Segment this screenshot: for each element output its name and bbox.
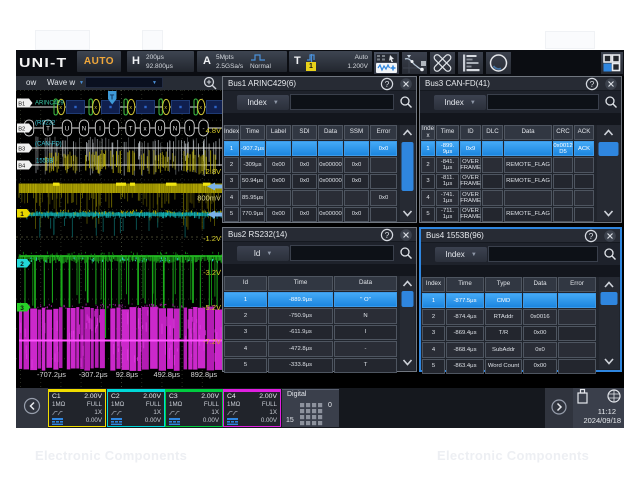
svg-text:x: x xyxy=(94,105,97,111)
svg-text:x: x xyxy=(164,105,167,111)
svg-text:ARINC429: ARINC429 xyxy=(35,101,64,107)
svg-text:?: ? xyxy=(385,230,390,240)
svg-text:U: U xyxy=(65,126,69,133)
svg-text:B4: B4 xyxy=(18,163,26,169)
svg-text:-: - xyxy=(113,126,115,133)
svg-text:I: I xyxy=(99,126,101,133)
svg-text:1: 1 xyxy=(20,211,24,218)
svg-text:800mV: 800mV xyxy=(197,194,221,203)
svg-text:92.8μs: 92.8μs xyxy=(116,370,139,379)
svg-text:-7.2V: -7.2V xyxy=(203,337,221,346)
svg-text:1553B: 1553B xyxy=(36,159,53,165)
svg-text:492.8μs: 492.8μs xyxy=(154,370,181,379)
svg-text:-: - xyxy=(202,126,204,133)
svg-text:3: 3 xyxy=(20,305,24,312)
svg-text:N: N xyxy=(173,126,177,133)
svg-text:I: I xyxy=(189,126,191,133)
svg-text:T: T xyxy=(46,126,50,133)
svg-text:-1.2V: -1.2V xyxy=(203,234,221,243)
svg-text:4.8V: 4.8V xyxy=(206,126,221,135)
svg-text:-3.2V: -3.2V xyxy=(203,268,221,277)
svg-text:-5.2V: -5.2V xyxy=(203,303,221,312)
svg-text:x: x xyxy=(129,105,132,111)
svg-text:892.8μs: 892.8μs xyxy=(191,370,218,379)
svg-text:?: ? xyxy=(589,231,594,241)
svg-text:2.8V: 2.8V xyxy=(206,167,221,176)
svg-text:x: x xyxy=(199,105,202,111)
svg-text:(RS232: (RS232 xyxy=(35,121,56,127)
svg-text:-307.2μs: -307.2μs xyxy=(79,370,108,379)
svg-text:U: U xyxy=(158,126,162,133)
svg-text:N: N xyxy=(82,126,86,133)
svg-text:T: T xyxy=(110,95,115,102)
svg-text:-707.2μs: -707.2μs xyxy=(37,370,66,379)
svg-text:T: T xyxy=(129,126,133,133)
svg-text:(CAN-FD): (CAN-FD) xyxy=(35,142,62,148)
svg-text:2: 2 xyxy=(20,261,24,268)
svg-text:?: ? xyxy=(385,79,390,89)
svg-text:B1: B1 xyxy=(18,101,25,107)
svg-text:B3: B3 xyxy=(18,146,25,152)
svg-text:B2: B2 xyxy=(18,126,25,132)
svg-text:?: ? xyxy=(590,79,595,89)
